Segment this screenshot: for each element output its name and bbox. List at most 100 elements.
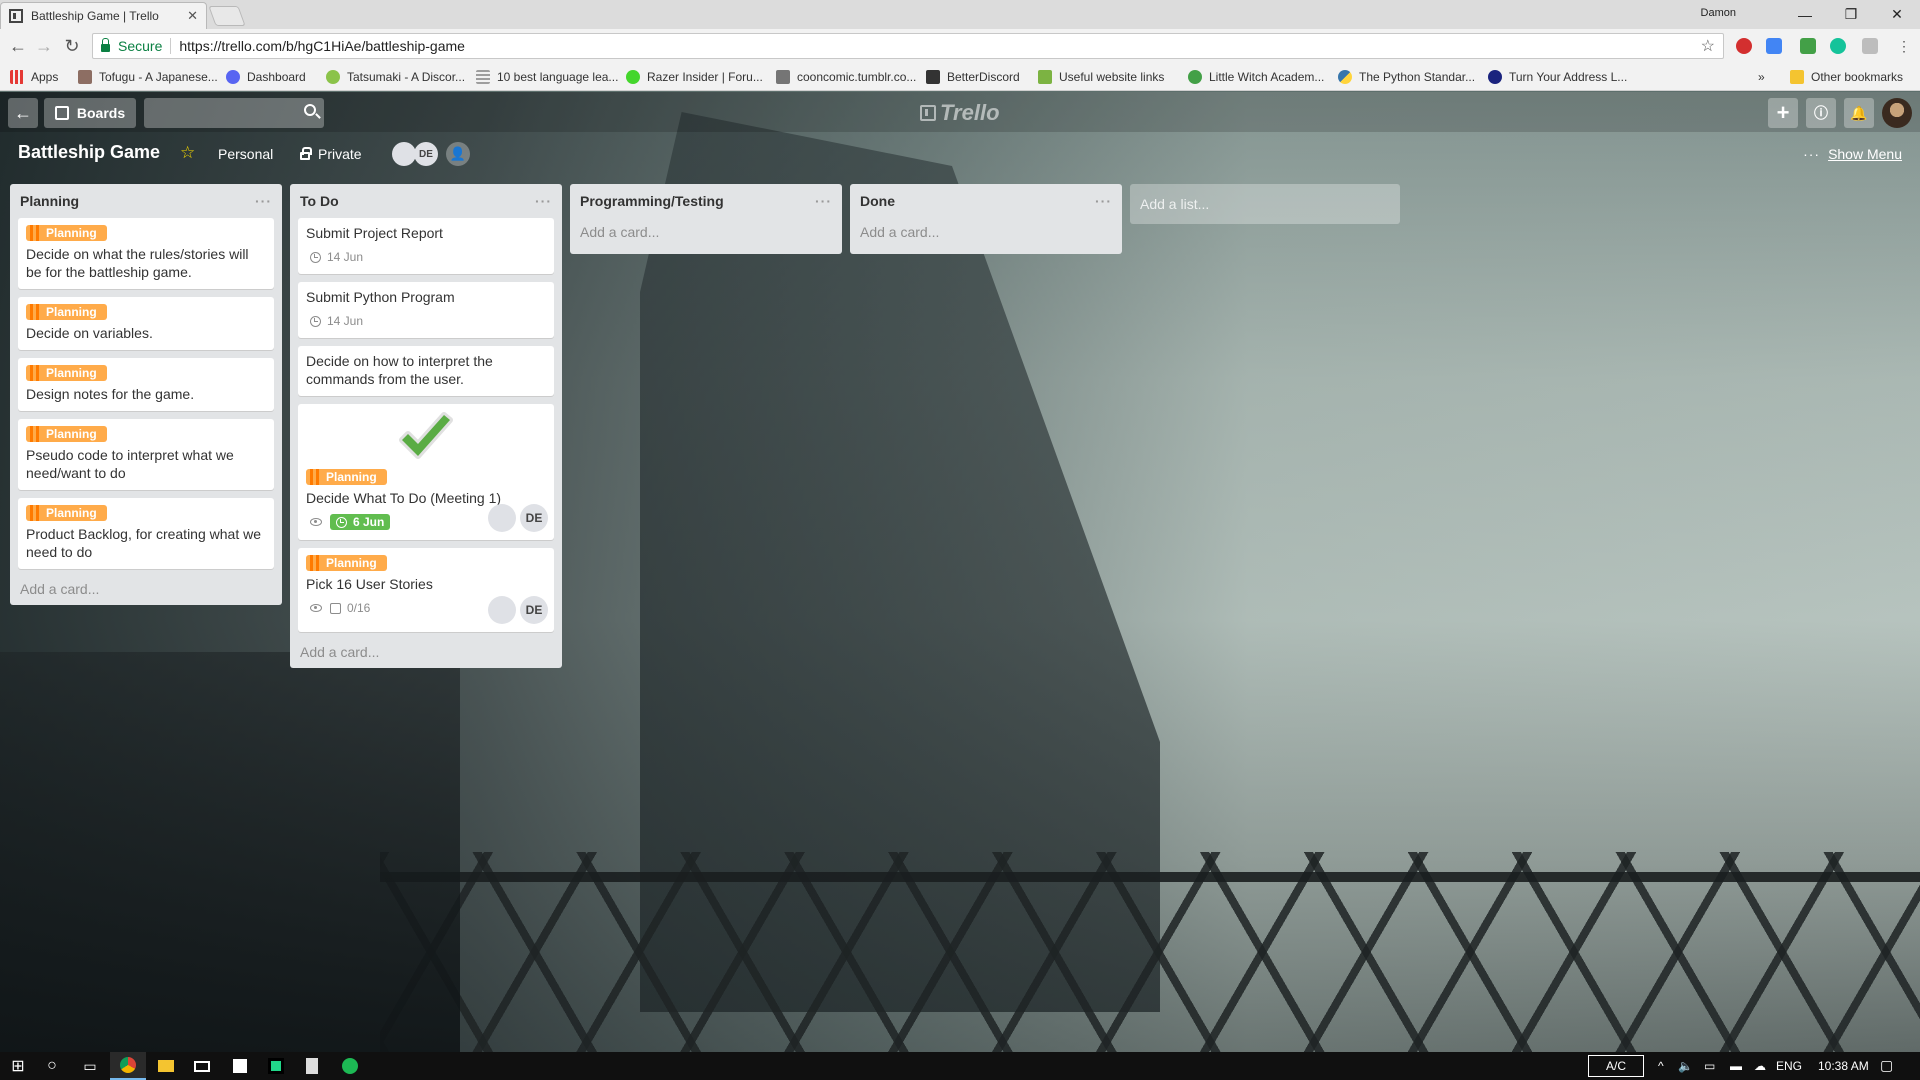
list-title[interactable]: To Do bbox=[300, 193, 339, 209]
tumblr-icon bbox=[776, 70, 790, 84]
list-title[interactable]: Done bbox=[860, 193, 895, 209]
cortana-search-icon[interactable]: ○ bbox=[42, 1057, 62, 1075]
visibility-private[interactable]: Private bbox=[300, 146, 362, 162]
add-card-button[interactable]: Add a card... bbox=[18, 577, 274, 597]
member-initials[interactable]: DE bbox=[520, 504, 548, 532]
list-title[interactable]: Planning bbox=[20, 193, 79, 209]
bookmark-cooncomic[interactable]: cooncomic.tumblr.co... bbox=[776, 70, 916, 84]
bookmark-little-witch[interactable]: Little Witch Academ... bbox=[1188, 70, 1324, 84]
reload-icon[interactable]: ↻ bbox=[60, 35, 84, 57]
bookmarks-overflow-button[interactable]: » bbox=[1758, 70, 1765, 84]
tab-close-icon[interactable]: ✕ bbox=[187, 8, 198, 24]
minimize-icon[interactable]: — bbox=[1782, 0, 1828, 29]
add-list-button[interactable]: Add a list... bbox=[1130, 184, 1400, 224]
list-menu-icon[interactable]: ··· bbox=[255, 193, 272, 209]
trello-logo[interactable]: Trello bbox=[920, 100, 1000, 126]
search-icon[interactable] bbox=[304, 104, 316, 116]
bookmark-razer[interactable]: Razer Insider | Foru... bbox=[626, 70, 763, 84]
other-bookmarks[interactable]: Other bookmarks bbox=[1790, 70, 1903, 84]
bookmark-dashboard[interactable]: Dashboard bbox=[226, 70, 306, 84]
tab-battleship-game[interactable]: Battleship Game | Trello ✕ bbox=[0, 2, 207, 29]
board-title[interactable]: Battleship Game bbox=[18, 142, 160, 163]
bookmark-useful-links[interactable]: Useful website links bbox=[1038, 70, 1164, 84]
bookmark-python[interactable]: The Python Standar... bbox=[1338, 70, 1475, 84]
window-close-icon[interactable]: ✕ bbox=[1874, 0, 1920, 29]
volume-icon[interactable]: 🔈 bbox=[1678, 1059, 1693, 1073]
user-avatar[interactable] bbox=[1882, 98, 1912, 128]
card[interactable]: Planning Pick 16 User Stories 0/16 DE bbox=[298, 548, 554, 632]
member-avatar[interactable] bbox=[488, 596, 516, 624]
card[interactable]: Planning Pseudo code to interpret what w… bbox=[18, 419, 274, 490]
extension-icon[interactable] bbox=[1800, 38, 1816, 54]
card[interactable]: Submit Project Report 14 Jun bbox=[298, 218, 554, 274]
language-indicator[interactable]: ENG bbox=[1776, 1059, 1802, 1073]
tab-strip: Battleship Game | Trello ✕ Damon — ❐ ✕ bbox=[0, 0, 1920, 29]
chrome-taskbar-icon[interactable] bbox=[110, 1052, 146, 1080]
card[interactable]: Planning Decide on what the rules/storie… bbox=[18, 218, 274, 289]
bookmark-apps[interactable]: Apps bbox=[10, 70, 58, 84]
ac-indicator[interactable]: A/C bbox=[1588, 1055, 1644, 1077]
member-avatar[interactable] bbox=[392, 142, 416, 166]
list-menu-icon[interactable]: ··· bbox=[815, 193, 832, 209]
translate-extension-icon[interactable] bbox=[1766, 38, 1782, 54]
list-menu-icon[interactable]: ··· bbox=[1095, 193, 1112, 209]
app-icon[interactable] bbox=[230, 1057, 250, 1075]
list-menu-icon[interactable]: ··· bbox=[535, 193, 552, 209]
clock-time[interactable]: 10:38 AM bbox=[1818, 1059, 1869, 1073]
show-menu-link[interactable]: Show Menu bbox=[1803, 146, 1902, 162]
file-explorer-icon[interactable] bbox=[156, 1057, 176, 1075]
card-label: Planning bbox=[26, 505, 107, 521]
due-date-complete-badge[interactable]: 6 Jun bbox=[330, 514, 391, 530]
bookmark-tofugu[interactable]: Tofugu - A Japanese... bbox=[78, 70, 218, 84]
card[interactable]: Planning Decide on variables. bbox=[18, 297, 274, 350]
url-text[interactable]: https://trello.com/b/hgC1HiAe/battleship… bbox=[179, 38, 465, 54]
opera-extension-icon[interactable] bbox=[1736, 38, 1752, 54]
bookmark-betterdiscord[interactable]: BetterDiscord bbox=[926, 70, 1020, 84]
profile-name[interactable]: Damon bbox=[1701, 7, 1736, 19]
member-initials[interactable]: DE bbox=[520, 596, 548, 624]
calculator-icon[interactable] bbox=[302, 1057, 322, 1075]
restore-icon[interactable]: ❐ bbox=[1828, 0, 1874, 29]
forward-icon[interactable]: → bbox=[32, 35, 56, 57]
bookmark-language[interactable]: 10 best language lea... bbox=[476, 70, 618, 84]
card[interactable]: Decide on how to interpret the commands … bbox=[298, 346, 554, 396]
notifications-bell-icon[interactable]: 🔔 bbox=[1844, 98, 1874, 128]
boards-button[interactable]: Boards bbox=[44, 98, 136, 128]
address-bar[interactable]: Secure https://trello.com/b/hgC1HiAe/bat… bbox=[92, 33, 1724, 59]
spotify-icon[interactable] bbox=[340, 1057, 360, 1075]
windows-start-icon[interactable]: ⊞ bbox=[8, 1057, 28, 1075]
card[interactable]: Planning Design notes for the game. bbox=[18, 358, 274, 411]
task-view-icon[interactable]: ▭ bbox=[80, 1057, 100, 1075]
card[interactable]: Planning Decide What To Do (Meeting 1) 6… bbox=[298, 404, 554, 540]
team-personal[interactable]: Personal bbox=[218, 146, 273, 162]
star-board-icon[interactable]: ☆ bbox=[180, 143, 195, 163]
mail-icon[interactable] bbox=[192, 1057, 212, 1075]
chrome-menu-icon[interactable]: ⋮ bbox=[1892, 35, 1916, 57]
back-to-home-icon[interactable]: ← bbox=[8, 98, 38, 128]
member-initials[interactable]: DE bbox=[414, 142, 438, 166]
pycharm-icon[interactable] bbox=[266, 1057, 286, 1075]
add-card-button[interactable]: Add a card... bbox=[858, 218, 1114, 246]
search-input[interactable] bbox=[144, 98, 324, 128]
shield-extension-icon[interactable] bbox=[1862, 38, 1878, 54]
grammarly-icon[interactable] bbox=[1830, 38, 1846, 54]
new-tab-button[interactable] bbox=[208, 6, 246, 26]
back-icon[interactable]: ← bbox=[6, 35, 30, 57]
bookmark-address[interactable]: Turn Your Address L... bbox=[1488, 70, 1627, 84]
action-center-icon[interactable]: ▢ bbox=[1880, 1057, 1893, 1074]
battery-icon[interactable]: ▬ bbox=[1730, 1059, 1742, 1073]
bookmark-tatsumaki[interactable]: Tatsumaki - A Discor... bbox=[326, 70, 465, 84]
list-title[interactable]: Programming/Testing bbox=[580, 193, 724, 209]
tray-chevron-icon[interactable]: ^ bbox=[1658, 1059, 1664, 1073]
card[interactable]: Submit Python Program 14 Jun bbox=[298, 282, 554, 338]
invite-member-icon[interactable]: 👤 bbox=[446, 142, 470, 166]
member-avatar[interactable] bbox=[488, 504, 516, 532]
bookmark-star-icon[interactable]: ☆ bbox=[1701, 36, 1715, 56]
add-card-button[interactable]: Add a card... bbox=[578, 218, 834, 246]
onedrive-cloud-icon[interactable]: ☁ bbox=[1754, 1059, 1766, 1073]
card[interactable]: Planning Product Backlog, for creating w… bbox=[18, 498, 274, 569]
add-icon[interactable]: + bbox=[1768, 98, 1798, 128]
info-icon[interactable]: ⓘ bbox=[1806, 98, 1836, 128]
add-card-button[interactable]: Add a card... bbox=[298, 640, 554, 660]
network-icon[interactable]: ▭ bbox=[1704, 1059, 1715, 1073]
